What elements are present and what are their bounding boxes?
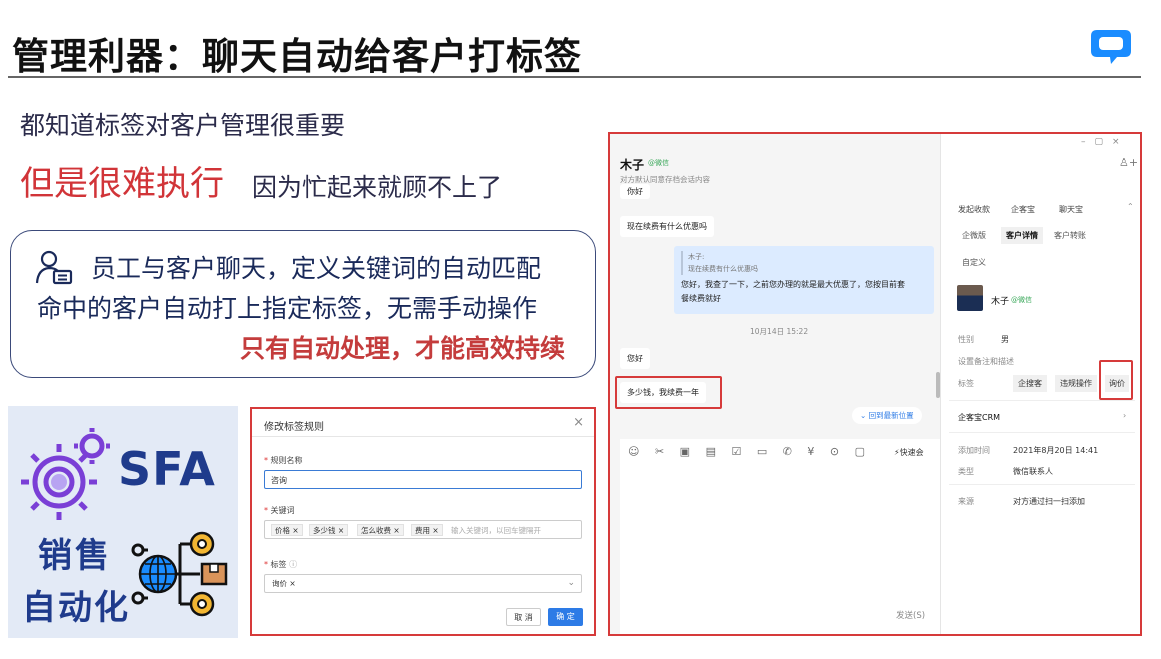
- detail-name: 木子: [991, 297, 1010, 307]
- gear-icon: [21, 428, 110, 520]
- chat-window: 木子 @微信 对方默认同意存档会话内容 你好 现在续费有什么优惠吗 木子: 现在…: [608, 132, 1142, 636]
- highlight-box: [615, 376, 722, 409]
- cancel-button[interactable]: 取 消: [506, 608, 541, 626]
- divider: [949, 432, 1135, 433]
- highlight-box: [1099, 360, 1133, 400]
- message-time: 10月14日 15:22: [750, 327, 809, 336]
- detail-source: @微信: [1011, 296, 1032, 304]
- send-button[interactable]: 发送(S): [896, 609, 925, 621]
- title-divider: [8, 76, 1141, 78]
- divider: [949, 484, 1135, 485]
- source-label: 来源: [958, 497, 974, 506]
- message-bubble: 你好: [620, 184, 650, 199]
- remark-link[interactable]: 设置备注和描述: [958, 356, 1014, 367]
- compose-area[interactable]: ☺ ✂ ▣ ▤ ☑ ▭ ✆ ¥ ⊙ ▢ ⚡快速会 发送(S): [620, 439, 940, 634]
- message-bubble: 您好: [620, 348, 650, 369]
- tag-label: * 标签 ⓘ: [264, 560, 298, 569]
- quick-reply-button[interactable]: ⚡快速会: [894, 447, 924, 458]
- type-label: 类型: [958, 467, 974, 476]
- keyword-chip[interactable]: 多少钱 ×: [309, 524, 349, 536]
- slide-title: 管理利器：聊天自动给客户打标签: [12, 35, 582, 78]
- window-controls[interactable]: –▢×: [1081, 137, 1129, 147]
- divider: [949, 400, 1135, 401]
- close-icon[interactable]: ×: [573, 415, 584, 430]
- contact-source: @微信: [648, 159, 669, 167]
- chevron-down-icon: ⌄: [567, 578, 575, 588]
- network-globe-icon: [131, 531, 228, 617]
- tab-liaotianbao[interactable]: 聊天宝: [1059, 204, 1083, 215]
- feature-card: 员工与客户聊天，定义关键词的自动匹配 命中的客户自动打上指定标签，无需手动操作 …: [10, 230, 596, 378]
- source-value: 对方通过扫一扫添加: [1013, 497, 1085, 506]
- tag-select[interactable]: 询价 × ⌄: [264, 574, 582, 593]
- tab-customer-detail[interactable]: 客户详情: [1001, 227, 1043, 244]
- gender-label: 性别: [958, 335, 974, 344]
- contact-name: 木子: [620, 158, 645, 172]
- sfa-cn-1: 销售: [38, 536, 112, 576]
- add-contact-icon[interactable]: ♙+: [1119, 156, 1138, 169]
- keyword-input[interactable]: 价格 × 多少钱 × 怎么收费 × 费用 × 输入关键词，以回车键隔开: [264, 520, 582, 539]
- card-line-1: 员工与客户聊天，定义关键词的自动匹配: [91, 254, 542, 283]
- tag-chip[interactable]: 询价 ×: [269, 578, 299, 590]
- type-value: 微信联系人: [1013, 467, 1053, 476]
- confirm-button[interactable]: 确 定: [548, 608, 583, 626]
- customer-detail-panel: –▢× ♙+ 发起收款 企客宝 聊天宝 ⌃ 企微版 客户详情 客户转账 自定义 …: [940, 134, 1140, 634]
- tag-chip[interactable]: 企搜客: [1013, 375, 1047, 392]
- chat-panel: 木子 @微信 对方默认同意存档会话内容 你好 现在续费有什么优惠吗 木子: 现在…: [610, 134, 940, 634]
- tab-payment[interactable]: 发起收款: [958, 204, 990, 215]
- sfa-label: SFA: [118, 442, 216, 496]
- card-line-2: 命中的客户自动打上指定标签，无需手动操作: [37, 294, 538, 323]
- rule-name-input[interactable]: 咨询: [264, 470, 582, 489]
- edit-tag-rule-dialog: 修改标签规则 × * 规则名称 咨询 * 关键词 价格 × 多少钱 × 怎么收费…: [250, 407, 596, 636]
- tab-qikebao[interactable]: 企客宝: [1011, 204, 1035, 215]
- jump-to-latest-button[interactable]: ⌄ 回到最新位置: [852, 407, 922, 424]
- crm-link[interactable]: 企客宝CRM: [958, 412, 1000, 423]
- tab-weixin[interactable]: 企微版: [962, 230, 986, 241]
- brand-logo-icon: [1091, 30, 1131, 64]
- chevron-up-icon[interactable]: ⌃: [1127, 202, 1134, 211]
- tag-chip[interactable]: 违规操作: [1055, 375, 1097, 392]
- card-highlight: 只有自动处理，才能高效持续: [239, 334, 565, 363]
- add-time-value: 2021年8月20日 14:41: [1013, 446, 1099, 455]
- lead-rest-text: 因为忙起来就顾不上了: [252, 173, 503, 202]
- keyword-chip[interactable]: 价格 ×: [271, 524, 303, 536]
- tag-label: 标签: [958, 379, 974, 388]
- keyword-label: * 关键词: [264, 506, 295, 515]
- tab-transfer[interactable]: 客户转账: [1054, 230, 1086, 241]
- sfa-cn-2: 自动化: [22, 588, 130, 628]
- rule-name-label: * 规则名称: [264, 456, 303, 465]
- chevron-right-icon[interactable]: ›: [1123, 411, 1126, 420]
- lead-red-text: 但是很难执行: [20, 164, 224, 204]
- avatar: [957, 285, 983, 311]
- toolbar-icons[interactable]: ☺ ✂ ▣ ▤ ☑ ▭ ✆ ¥ ⊙ ▢: [628, 445, 871, 458]
- lead-text: 都知道标签对客户管理很重要: [20, 111, 346, 140]
- custom-tab[interactable]: 自定义: [962, 257, 986, 268]
- keyword-chip[interactable]: 费用 ×: [411, 524, 443, 536]
- keyword-placeholder: 输入关键词，以回车键隔开: [451, 526, 541, 535]
- dialog-title: 修改标签规则: [264, 422, 324, 433]
- add-time-label: 添加时间: [958, 446, 990, 455]
- keyword-chip[interactable]: 怎么收费 ×: [357, 524, 404, 536]
- reply-bubble: 木子: 现在续费有什么优惠吗 您好，我查了一下，之前您办理的就是最大优惠了，您按…: [674, 246, 934, 314]
- sfa-graphic: SFA 销售 自动化: [8, 406, 238, 638]
- gender-value: 男: [1001, 335, 1009, 344]
- message-bubble: 现在续费有什么优惠吗: [620, 216, 714, 237]
- dialog-header: 修改标签规则 ×: [252, 409, 594, 437]
- user-list-icon: [35, 250, 73, 285]
